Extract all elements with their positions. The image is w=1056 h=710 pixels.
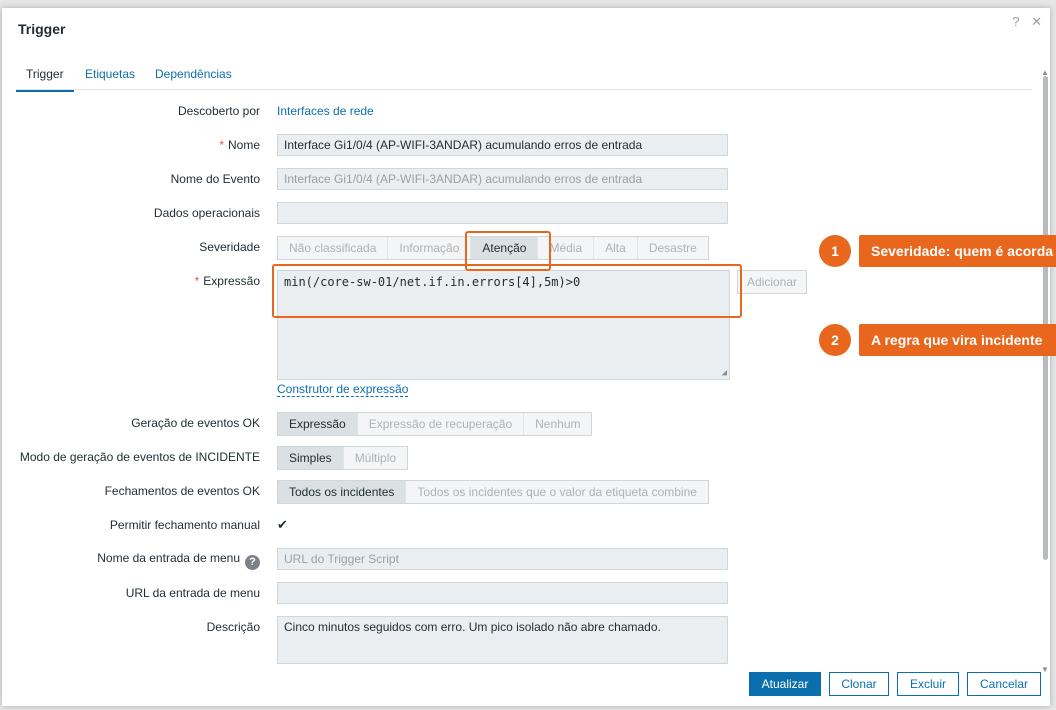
discovered-by-link[interactable]: Interfaces de rede xyxy=(277,104,374,118)
clone-button[interactable]: Clonar xyxy=(829,672,889,696)
menu-name-input[interactable]: URL do Trigger Script xyxy=(277,548,728,570)
problem-mode-multiple[interactable]: Múltiplo xyxy=(343,447,408,469)
callout-severity: 1 Severidade: quem é acorda xyxy=(819,235,1056,267)
required-marker: * xyxy=(194,274,200,288)
callout-number: 2 xyxy=(819,324,851,356)
row-manual-close: Permitir fechamento manual ✔ xyxy=(2,514,1042,538)
delete-button[interactable]: Excluir xyxy=(897,672,959,696)
row-name: * Nome Interface Gi1/0/4 (AP-WIFI-3ANDAR)… xyxy=(2,134,1042,158)
update-button[interactable]: Atualizar xyxy=(749,672,821,696)
expression-text: min(/core-sw-01/net.if.in.errors[4],5m)>… xyxy=(284,275,581,289)
scrollbar[interactable]: ▲ ▼ xyxy=(1041,68,1049,676)
tab-dependencies[interactable]: Dependências xyxy=(145,67,242,90)
help-icon[interactable]: ? xyxy=(1012,14,1019,29)
row-problem-mode: Modo de geração de eventos de INCIDENTE … xyxy=(2,446,1042,470)
event-name-input[interactable]: Interface Gi1/0/4 (AP-WIFI-3ANDAR) acumu… xyxy=(277,168,728,190)
ok-close-tag-match[interactable]: Todos os incidentes que o valor da etiqu… xyxy=(406,481,708,503)
severity-disaster[interactable]: Desastre xyxy=(637,237,708,259)
severity-label: Severidade xyxy=(199,240,260,254)
expression-builder-link[interactable]: Construtor de expressão xyxy=(277,382,409,397)
trigger-dialog: Trigger ? ✕ Trigger Etiquetas Dependênci… xyxy=(2,8,1050,706)
ok-close-selector: Todos os incidentes Todos os incidentes … xyxy=(277,480,709,504)
row-event-name: Nome do Evento Interface Gi1/0/4 (AP-WIF… xyxy=(2,168,1042,192)
description-label: Descrição xyxy=(206,620,260,634)
row-ok-close: Fechamentos de eventos OK Todos os incid… xyxy=(2,480,1042,504)
opdata-input[interactable] xyxy=(277,202,728,224)
expression-textarea[interactable]: min(/core-sw-01/net.if.in.errors[4],5m)>… xyxy=(277,270,730,380)
discovered-by-label: Descoberto por xyxy=(177,104,260,118)
ok-generation-expression[interactable]: Expressão xyxy=(278,413,358,435)
resize-grip-icon[interactable]: ◢ xyxy=(722,368,727,378)
ok-close-label: Fechamentos de eventos OK xyxy=(104,484,260,498)
row-discovered-by: Descoberto por Interfaces de rede xyxy=(2,100,1042,124)
callout-number: 1 xyxy=(819,235,851,267)
problem-mode-selector: Simples Múltiplo xyxy=(277,446,409,470)
dialog-title: Trigger xyxy=(18,21,66,37)
severity-not-classified[interactable]: Não classificada xyxy=(278,237,389,259)
add-expression-button[interactable]: Adicionar xyxy=(737,270,807,294)
name-input[interactable]: Interface Gi1/0/4 (AP-WIFI-3ANDAR) acumu… xyxy=(277,134,728,156)
scrollbar-thumb[interactable] xyxy=(1043,76,1048,560)
dialog-header-icons: ? ✕ xyxy=(1004,14,1042,30)
menu-url-input[interactable] xyxy=(277,582,728,604)
callout-expression: 2 A regra que vira incidente xyxy=(819,324,1056,356)
tab-bar: Trigger Etiquetas Dependências xyxy=(16,61,1032,92)
cancel-button[interactable]: Cancelar xyxy=(967,672,1041,696)
ok-generation-none[interactable]: Nenhum xyxy=(524,413,592,435)
severity-selector: Não classificada Informação Atenção Médi… xyxy=(277,236,709,260)
tab-trigger[interactable]: Trigger xyxy=(16,67,74,92)
event-name-label: Nome do Evento xyxy=(170,172,260,186)
ok-generation-recovery-expression[interactable]: Expressão de recuperação xyxy=(357,413,525,435)
tab-tags[interactable]: Etiquetas xyxy=(75,67,145,90)
opdata-label: Dados operacionais xyxy=(153,206,260,220)
row-menu-url: URL da entrada de menu xyxy=(2,582,1042,606)
manual-close-label: Permitir fechamento manual xyxy=(109,518,260,532)
row-menu-name: Nome da entrada de menu? URL do Trigger … xyxy=(2,548,1042,572)
menu-url-label: URL da entrada de menu xyxy=(125,586,260,600)
problem-mode-single[interactable]: Simples xyxy=(278,447,344,469)
row-opdata: Dados operacionais xyxy=(2,202,1042,226)
row-expression-builder: Construtor de expressão xyxy=(2,382,1042,406)
severity-high[interactable]: Alta xyxy=(594,237,638,259)
severity-information[interactable]: Informação xyxy=(388,237,472,259)
close-icon[interactable]: ✕ xyxy=(1031,14,1042,29)
severity-warning[interactable]: Atenção xyxy=(471,237,539,259)
row-description: Descrição Cinco minutos seguidos com err… xyxy=(2,616,1042,666)
help-icon[interactable]: ? xyxy=(245,555,260,570)
required-marker: * xyxy=(219,138,224,152)
callout-text: Severidade: quem é acorda xyxy=(859,235,1056,267)
manual-close-checkbox[interactable]: ✔ xyxy=(277,518,291,532)
severity-average[interactable]: Média xyxy=(538,237,595,259)
row-ok-event-generation: Geração de eventos OK Expressão Expressã… xyxy=(2,412,1042,436)
expression-label: Expressão xyxy=(203,274,260,288)
description-textarea[interactable]: Cinco minutos seguidos com erro. Um pico… xyxy=(277,616,728,664)
name-label: Nome xyxy=(227,138,260,152)
callout-text: A regra que vira incidente xyxy=(859,324,1056,356)
ok-close-all-problems[interactable]: Todos os incidentes xyxy=(278,481,407,503)
menu-name-label: Nome da entrada de menu xyxy=(97,551,240,565)
problem-mode-label: Modo de geração de eventos de INCIDENTE xyxy=(19,450,260,464)
ok-event-generation-selector: Expressão Expressão de recuperação Nenhu… xyxy=(277,412,593,436)
ok-event-generation-label: Geração de eventos OK xyxy=(131,416,260,430)
scroll-down-icon[interactable]: ▼ xyxy=(1041,665,1049,674)
